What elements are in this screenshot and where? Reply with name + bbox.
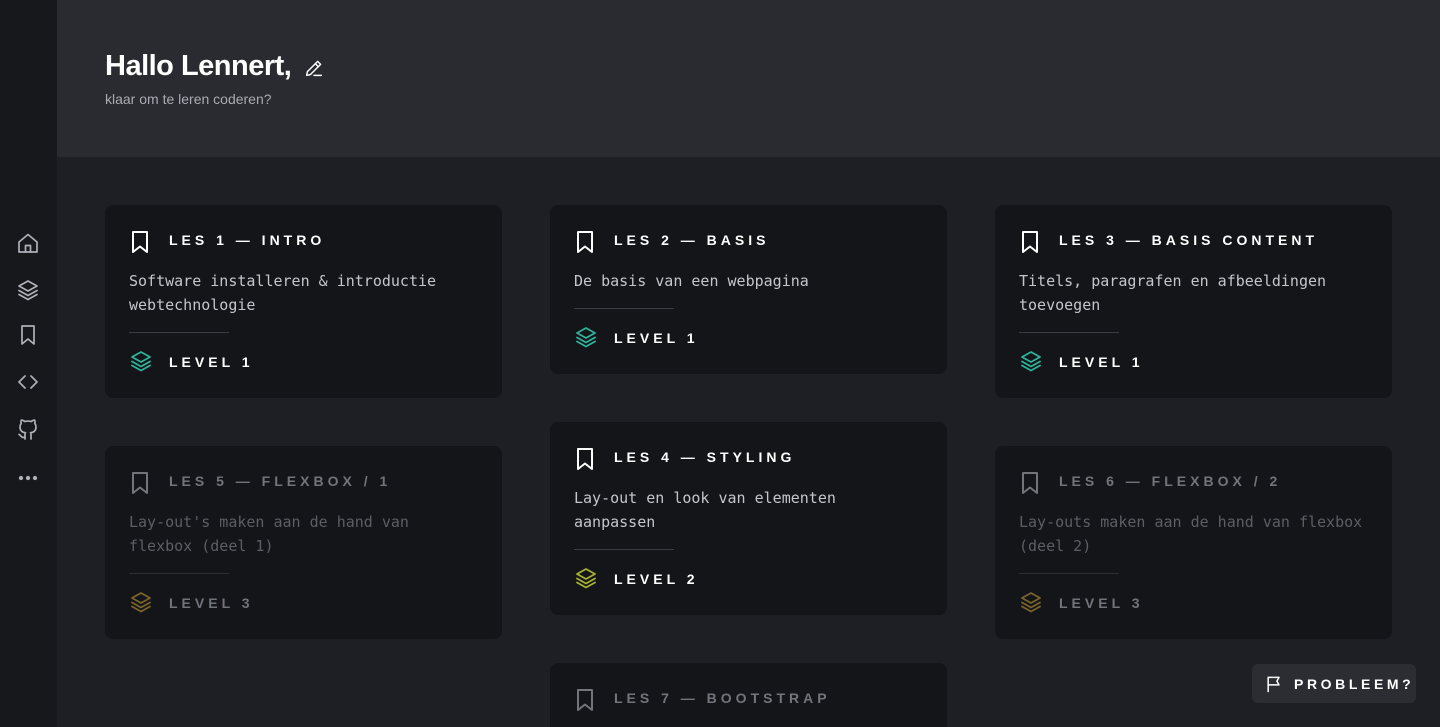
level-icon [574, 325, 598, 349]
lesson-title: LES 4 — STYLING [614, 449, 796, 465]
lesson-title: LES 1 — INTRO [169, 232, 326, 248]
divider [129, 332, 229, 333]
github-icon[interactable] [14, 415, 42, 443]
lesson-level: LEVEL 1 [169, 354, 254, 370]
lesson-description: Lay-out en look van elementen aanpassen [574, 489, 836, 531]
sidebar [0, 0, 57, 727]
lesson-description: Lay-out's maken aan de hand van flexbox … [129, 513, 409, 555]
lesson-level: LEVEL 3 [1059, 595, 1144, 611]
home-icon[interactable] [14, 229, 42, 257]
level-icon [1019, 349, 1043, 373]
bookmark-icon[interactable] [1019, 230, 1041, 254]
divider [574, 549, 674, 550]
lesson-card[interactable]: LES 7 — BOOTSTRAP [550, 663, 947, 727]
lesson-level: LEVEL 1 [1059, 354, 1144, 370]
page-title: Hallo Lennert, [105, 50, 292, 82]
bookmark-icon[interactable] [129, 230, 151, 254]
lesson-title: LES 5 — FLEXBOX / 1 [169, 473, 392, 489]
lesson-description: De basis van een webpagina [574, 272, 809, 290]
code-icon[interactable] [14, 368, 42, 396]
flag-icon [1267, 676, 1280, 692]
report-problem-label: PROBLEEM? [1294, 675, 1415, 692]
lesson-card[interactable]: LES 5 — FLEXBOX / 1 Lay-out's maken aan … [105, 446, 502, 639]
lesson-level: LEVEL 3 [169, 595, 254, 611]
lesson-description: Lay-outs maken aan de hand van flexbox (… [1019, 513, 1363, 555]
lesson-card[interactable]: LES 6 — FLEXBOX / 2 Lay-outs maken aan d… [995, 446, 1392, 639]
lesson-title: LES 7 — BOOTSTRAP [614, 690, 831, 706]
layers-icon[interactable] [14, 276, 42, 304]
page-header: Hallo Lennert, klaar om te leren coderen… [57, 0, 1440, 157]
lesson-description: Titels, paragrafen en afbeeldingen toevo… [1019, 272, 1327, 314]
bookmark-icon[interactable] [129, 471, 151, 495]
lesson-level: LEVEL 2 [614, 571, 699, 587]
divider [574, 308, 674, 309]
divider [1019, 573, 1119, 574]
bookmark-icon[interactable] [574, 230, 596, 254]
lesson-card[interactable]: LES 2 — BASIS De basis van een webpagina… [550, 205, 947, 374]
level-icon [129, 590, 153, 614]
level-icon [1019, 590, 1043, 614]
lesson-card[interactable]: LES 3 — BASIS CONTENT Titels, paragrafen… [995, 205, 1392, 398]
page-subtitle: klaar om te leren coderen? [105, 91, 272, 107]
lesson-title: LES 3 — BASIS CONTENT [1059, 232, 1319, 248]
lesson-description: Software installeren & introductie webte… [129, 272, 437, 314]
lesson-card[interactable]: LES 4 — STYLING Lay-out en look van elem… [550, 422, 947, 615]
lesson-card[interactable]: LES 1 — INTRO Software installeren & int… [105, 205, 502, 398]
level-icon [129, 349, 153, 373]
more-icon[interactable] [14, 464, 42, 492]
lesson-title: LES 2 — BASIS [614, 232, 770, 248]
divider [1019, 332, 1119, 333]
level-icon [574, 566, 598, 590]
bookmark-icon[interactable] [574, 688, 596, 712]
divider [129, 573, 229, 574]
report-problem-button[interactable]: PROBLEEM? [1252, 664, 1416, 703]
bookmark-icon[interactable] [1019, 471, 1041, 495]
edit-icon[interactable] [303, 57, 325, 79]
lesson-title: LES 6 — FLEXBOX / 2 [1059, 473, 1282, 489]
lesson-level: LEVEL 1 [614, 330, 699, 346]
bookmark-icon[interactable] [14, 321, 42, 349]
bookmark-icon[interactable] [574, 447, 596, 471]
